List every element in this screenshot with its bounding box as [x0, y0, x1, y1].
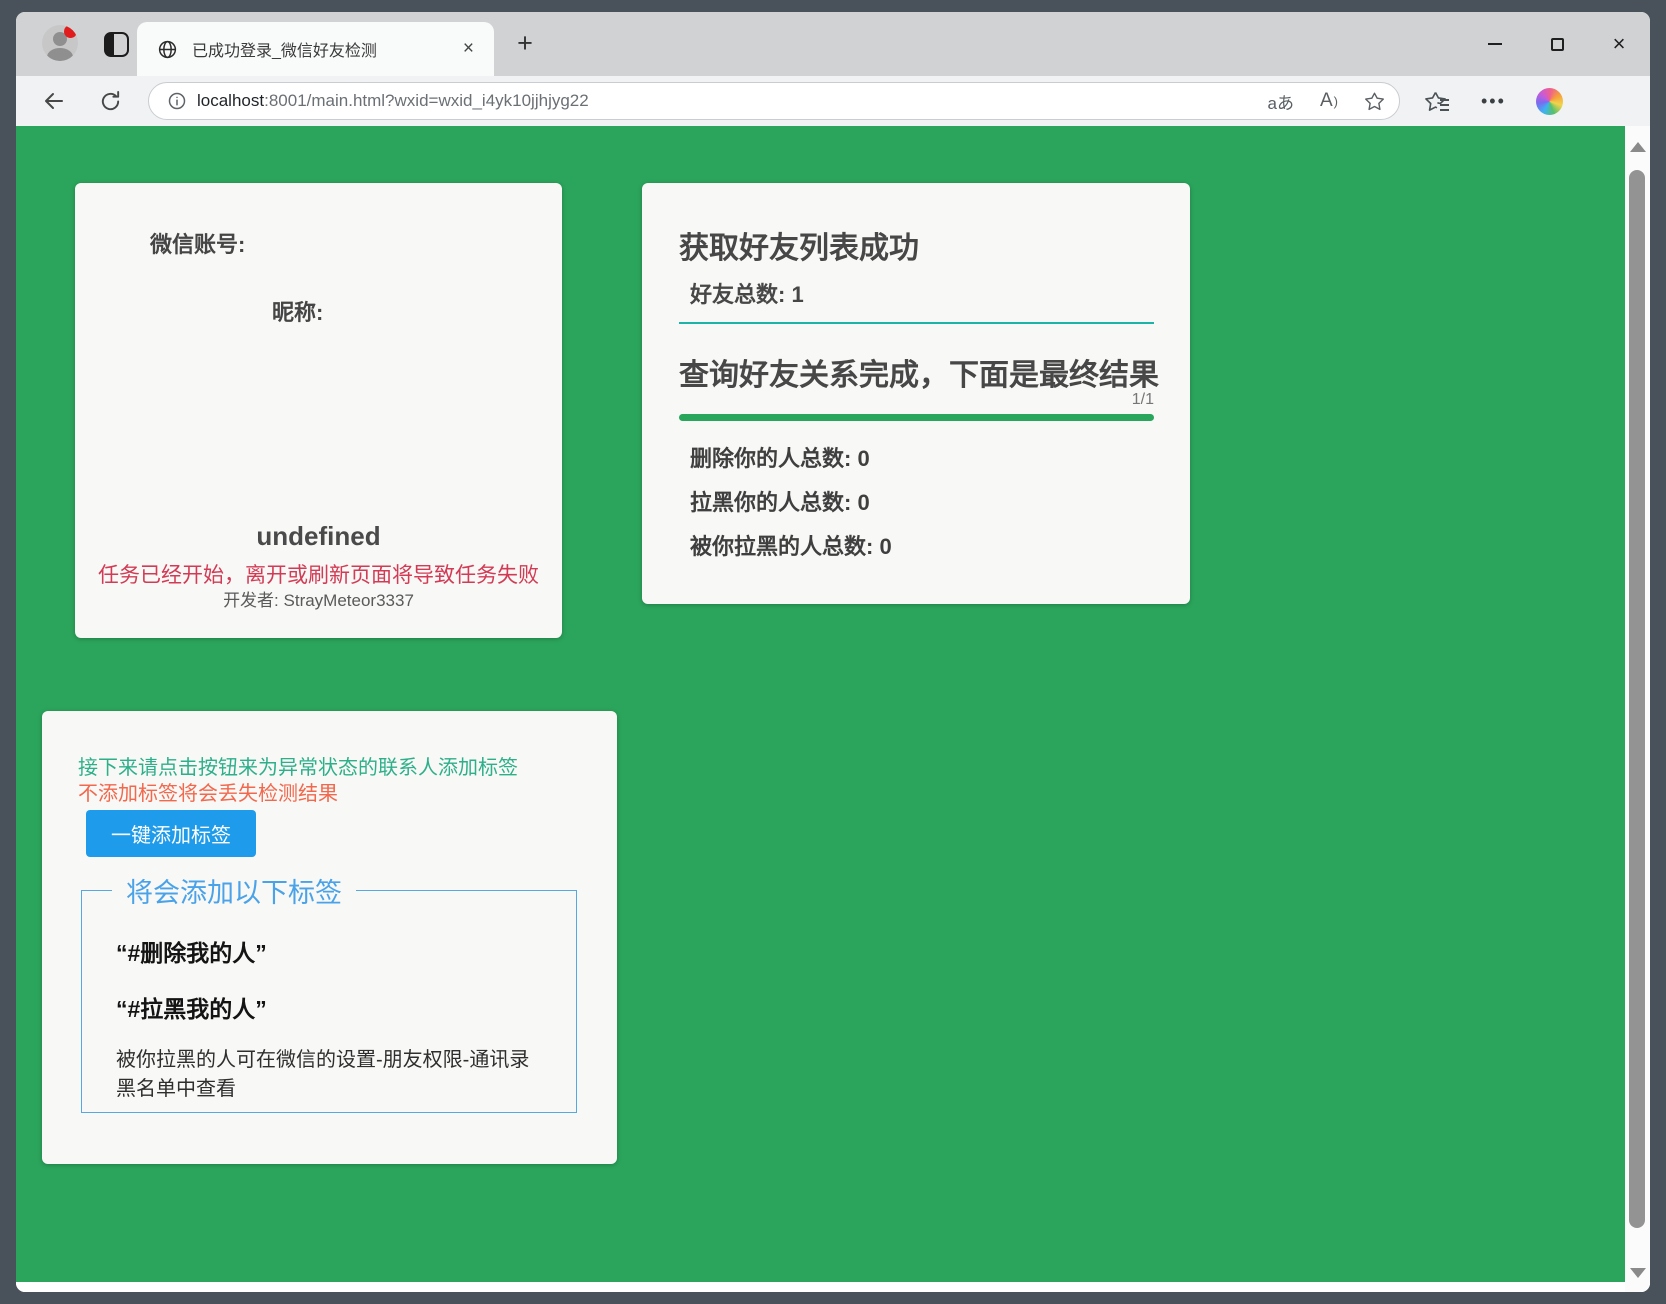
wechat-account-label: 微信账号:: [150, 227, 245, 259]
tag-list-fieldset: 将会添加以下标签 “#删除我的人” “#拉黑我的人” 被你拉黑的人可在微信的设置…: [81, 871, 577, 1113]
notification-dot-icon: [64, 25, 77, 38]
new-tab-button[interactable]: +: [508, 26, 542, 60]
browser-window: 已成功登录_微信好友检测 × + × localhost:8001/main.h…: [16, 12, 1650, 1292]
favorite-star-icon[interactable]: [1364, 91, 1385, 112]
progress-bar: [679, 414, 1154, 421]
task-warning-text: 任务已经开始，离开或刷新页面将导致任务失败: [75, 559, 562, 589]
avatar-shoulders: [47, 48, 73, 61]
tab-actions-icon[interactable]: [104, 32, 129, 57]
close-button[interactable]: ×: [1588, 12, 1650, 76]
tag-hint-line1: 接下来请点击按钮来为异常状态的联系人添加标签: [78, 751, 518, 780]
developer-credit: 开发者: StrayMeteor3337: [75, 586, 562, 611]
maximize-button[interactable]: [1526, 12, 1588, 76]
refresh-button[interactable]: [90, 81, 130, 121]
deleted-count-text: 删除你的人总数: 0: [690, 441, 870, 473]
copilot-icon[interactable]: [1536, 88, 1563, 115]
page-background: 微信账号: 昵称: undefined 任务已经开始，离开或刷新页面将导致任务失…: [16, 126, 1625, 1282]
browser-toolbar: localhost:8001/main.html?wxid=wxid_i4yk1…: [16, 76, 1650, 126]
read-aloud-arc: ): [1334, 94, 1338, 109]
tab-title: 已成功登录_微信好友检测: [192, 37, 459, 61]
refresh-icon: [99, 90, 122, 113]
vertical-scrollbar[interactable]: [1625, 126, 1650, 1292]
url-host: localhost: [197, 91, 264, 110]
fetch-success-title: 获取好友列表成功: [679, 223, 919, 267]
add-tags-button[interactable]: 一键添加标签: [86, 810, 256, 857]
account-card: 微信账号: 昵称: undefined 任务已经开始，离开或刷新页面将导致任务失…: [75, 183, 562, 638]
tag-blocked: “#拉黑我的人”: [116, 990, 576, 1024]
url-path: :8001/main.html?wxid=wxid_i4yk10jjhjyg22: [264, 91, 589, 110]
active-tab[interactable]: 已成功登录_微信好友检测 ×: [137, 22, 494, 76]
blocked-you-count-text: 拉黑你的人总数: 0: [690, 485, 870, 517]
maximize-icon: [1551, 38, 1564, 51]
window-controls: ×: [1464, 12, 1650, 76]
tag-hint-line2: 不添加标签将会丢失检测结果: [78, 777, 338, 806]
back-button[interactable]: [34, 81, 74, 121]
profile-avatar[interactable]: [42, 25, 78, 61]
tag-list-body: “#删除我的人” “#拉黑我的人” 被你拉黑的人可在微信的设置-朋友权限-通讯录…: [82, 910, 576, 1104]
read-aloud-icon[interactable]: A): [1320, 90, 1338, 112]
back-arrow-icon: [42, 89, 66, 113]
favorites-hub-icon[interactable]: [1424, 90, 1447, 113]
status-value: undefined: [75, 521, 562, 552]
minimize-button[interactable]: [1464, 12, 1526, 76]
result-card: 获取好友列表成功 好友总数: 1 查询好友关系完成，下面是最终结果 1/1 删除…: [642, 183, 1190, 604]
query-complete-title: 查询好友关系完成，下面是最终结果: [679, 350, 1159, 394]
friend-total-text: 好友总数: 1: [690, 277, 804, 309]
tag-deleted: “#删除我的人”: [116, 934, 576, 968]
favorites-hub-lines: [1440, 99, 1449, 114]
scroll-down-arrow-icon[interactable]: [1630, 1268, 1646, 1278]
blacklist-note: 被你拉黑的人可在微信的设置-朋友权限-通讯录黑名单中查看: [116, 1046, 548, 1104]
read-aloud-letter: A: [1320, 90, 1333, 112]
teal-divider: [679, 322, 1154, 324]
tag-card: 接下来请点击按钮来为异常状态的联系人添加标签 不添加标签将会丢失检测结果 一键添…: [42, 711, 617, 1164]
scrollbar-thumb[interactable]: [1629, 170, 1645, 1228]
minimize-icon: [1488, 43, 1502, 45]
tab-strip: 已成功登录_微信好友检测 × + ×: [16, 12, 1650, 76]
info-icon[interactable]: [167, 91, 187, 111]
nickname-label: 昵称:: [272, 295, 323, 327]
translate-icon[interactable]: aあ: [1268, 89, 1294, 114]
progress-count: 1/1: [679, 391, 1154, 409]
url-bar[interactable]: localhost:8001/main.html?wxid=wxid_i4yk1…: [148, 82, 1400, 120]
tab-close-icon[interactable]: ×: [459, 38, 478, 60]
url-text[interactable]: localhost:8001/main.html?wxid=wxid_i4yk1…: [197, 91, 1242, 111]
globe-icon: [157, 39, 178, 60]
you-blocked-count-text: 被你拉黑的人总数: 0: [690, 529, 892, 561]
tag-list-legend: 将会添加以下标签: [112, 871, 356, 910]
page-content: 微信账号: 昵称: undefined 任务已经开始，离开或刷新页面将导致任务失…: [16, 126, 1650, 1292]
more-menu-icon[interactable]: •••: [1481, 91, 1506, 112]
scroll-up-arrow-icon[interactable]: [1630, 142, 1646, 152]
